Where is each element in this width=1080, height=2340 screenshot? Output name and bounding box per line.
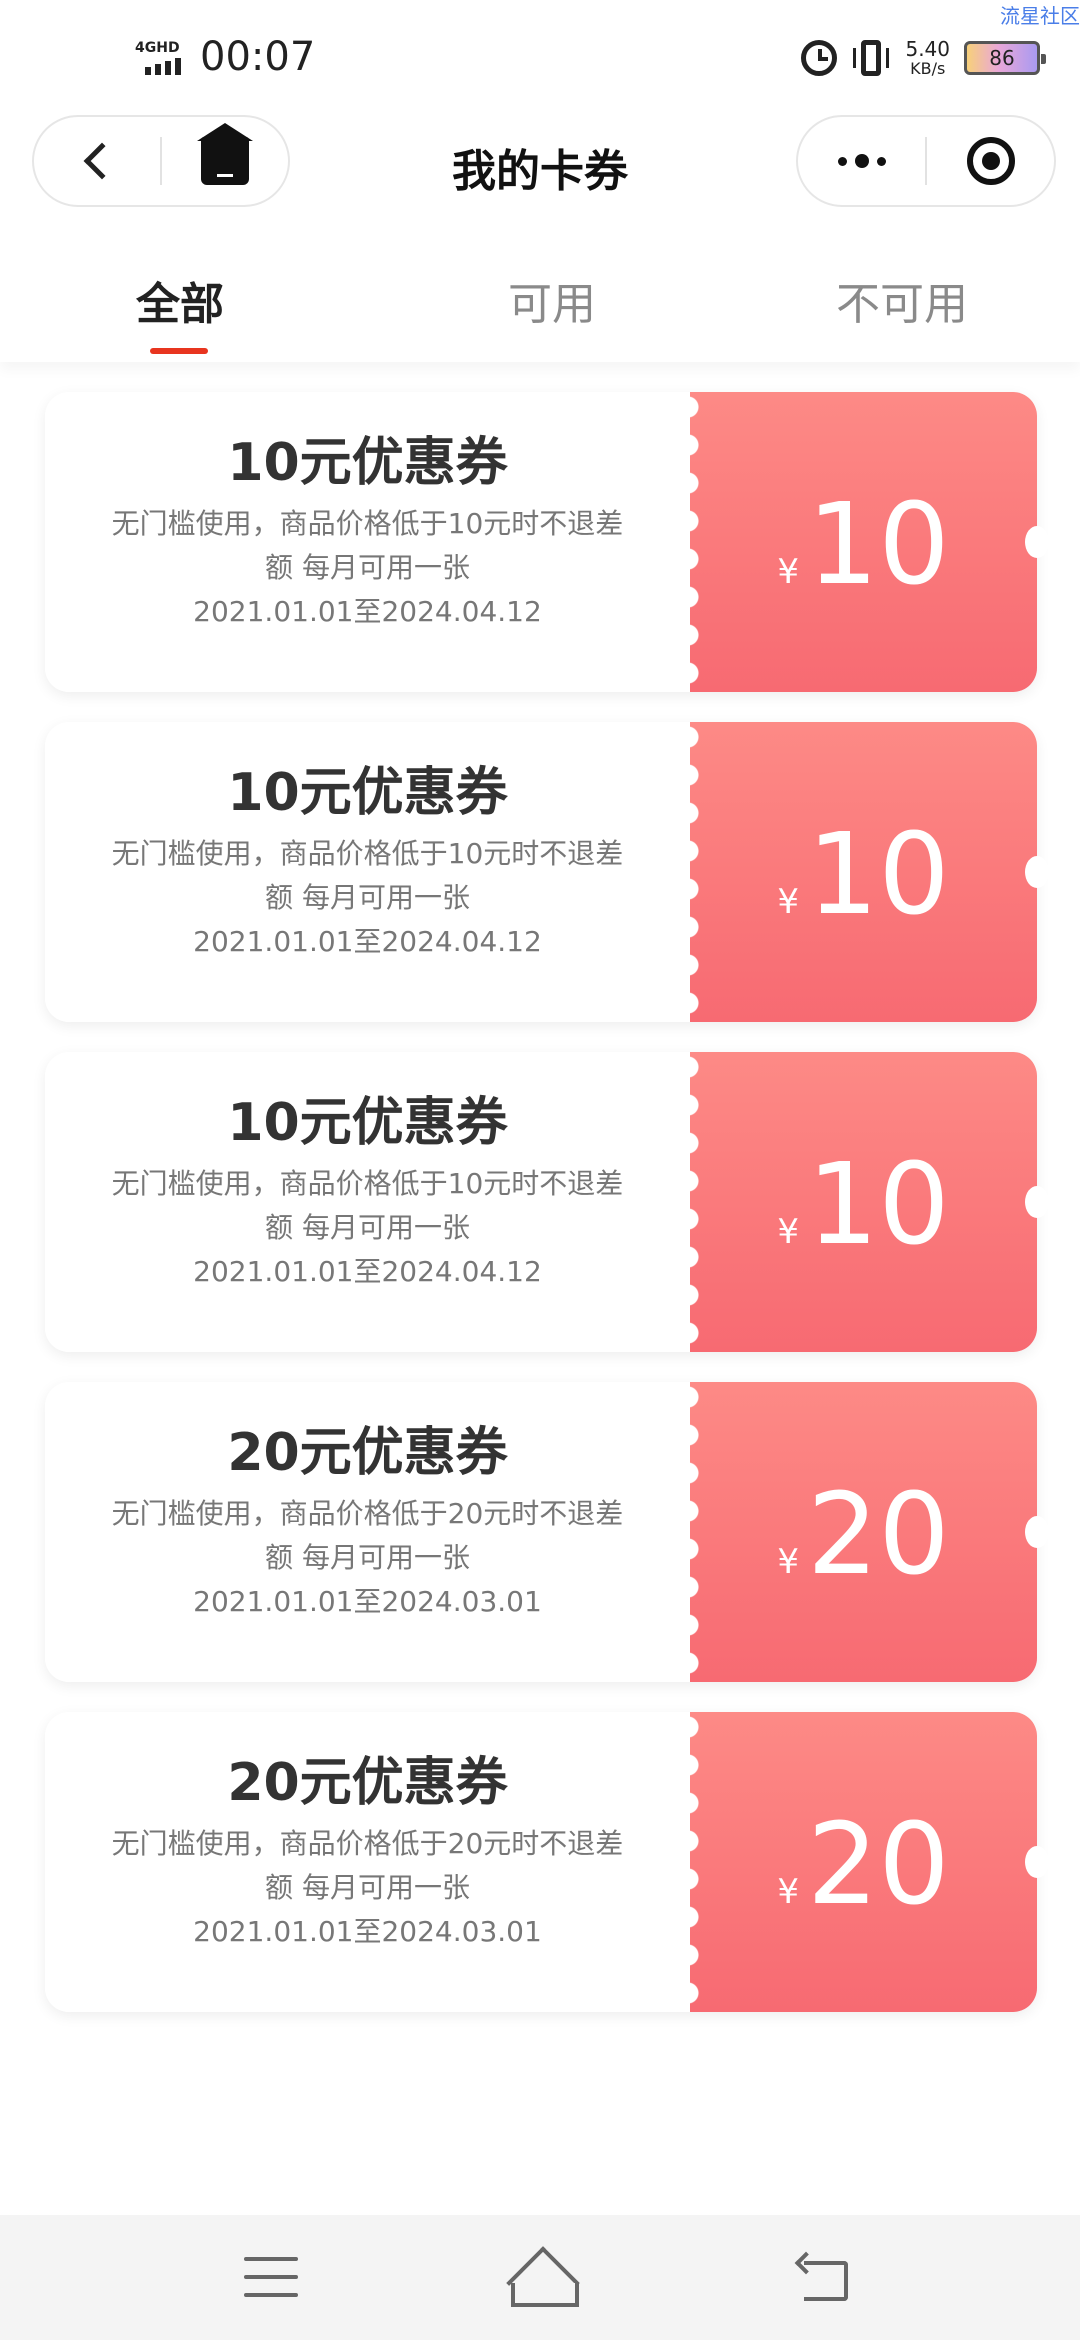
close-miniprogram-button[interactable] (927, 117, 1054, 205)
perforation-edge (684, 722, 704, 1022)
tab-label: 不可用 (835, 279, 968, 330)
home-button[interactable] (162, 117, 288, 205)
coupon-notch (1025, 1846, 1049, 1878)
coupon-title: 10元优惠券 (227, 1093, 508, 1153)
coupon-notch (1025, 1186, 1049, 1218)
menu-icon[interactable] (244, 2253, 298, 2301)
speed-unit: KB/s (910, 59, 946, 78)
nav-capsule-right (796, 115, 1056, 207)
network-label: 4GHD (135, 40, 180, 56)
coupon-amount: ¥ 10 (777, 1149, 949, 1261)
coupon-card[interactable]: 10元优惠券 无门槛使用，商品价格低于10元时不退差额 每月可用一张 2021.… (45, 392, 1049, 692)
back-icon (83, 142, 121, 180)
home-outline-icon[interactable] (505, 2253, 579, 2307)
tab-all[interactable]: 全部 (0, 240, 413, 362)
more-button[interactable] (798, 117, 925, 205)
currency-symbol: ¥ (777, 552, 800, 592)
coupon-amount: ¥ 10 (777, 489, 949, 601)
coupon-description: 无门槛使用，商品价格低于10元时不退差额 每月可用一张 (111, 1166, 624, 1244)
watermark: 流星社区 (1000, 4, 1080, 28)
back-outline-icon[interactable] (796, 2253, 852, 2301)
amount-value: 10 (807, 1140, 950, 1270)
coupon-title: 10元优惠券 (227, 433, 508, 493)
status-time: 00:07 (200, 34, 316, 80)
coupon-card[interactable]: 10元优惠券 无门槛使用，商品价格低于10元时不退差额 每月可用一张 2021.… (45, 1052, 1049, 1352)
coupon-info: 20元优惠券 无门槛使用，商品价格低于20元时不退差额 每月可用一张 2021.… (45, 1382, 690, 1682)
perforation-edge (684, 1712, 704, 2012)
coupon-validity: 2021.01.01至2024.04.12 (193, 924, 542, 958)
target-icon (966, 137, 1015, 185)
status-right: 5.40 KB/s 86 (801, 36, 1046, 80)
system-nav-bar (0, 2215, 1080, 2340)
battery-icon: 86 (964, 41, 1046, 75)
tab-unavailable[interactable]: 不可用 (691, 240, 1080, 362)
tab-available[interactable]: 可用 (413, 240, 690, 362)
amount-value: 20 (807, 1470, 950, 1600)
speed-value: 5.40 (905, 37, 950, 61)
amount-value: 10 (807, 480, 950, 610)
perforation-edge (684, 392, 704, 692)
coupon-card[interactable]: 20元优惠券 无门槛使用，商品价格低于20元时不退差额 每月可用一张 2021.… (45, 1712, 1049, 2012)
currency-symbol: ¥ (777, 882, 800, 922)
coupon-description: 无门槛使用，商品价格低于20元时不退差额 每月可用一张 (111, 1826, 624, 1904)
coupon-amount: ¥ 20 (777, 1809, 949, 1921)
signal-icon (145, 58, 181, 75)
status-bar: 流星社区 4GHD 00:07 5.40 KB/s 86 (0, 0, 1080, 115)
vibrate-icon (851, 40, 891, 76)
coupon-amount-panel: ¥ 10 (684, 1052, 1049, 1352)
coupon-info: 10元优惠券 无门槛使用，商品价格低于10元时不退差额 每月可用一张 2021.… (45, 722, 690, 1022)
network-speed: 5.40 KB/s (905, 39, 950, 77)
more-icon (837, 154, 886, 168)
coupon-validity: 2021.01.01至2024.03.01 (193, 1584, 542, 1618)
coupon-list: 10元优惠券 无门槛使用，商品价格低于10元时不退差额 每月可用一张 2021.… (45, 392, 1049, 2042)
coupon-description: 无门槛使用，商品价格低于20元时不退差额 每月可用一张 (111, 1496, 624, 1574)
coupon-amount-panel: ¥ 20 (684, 1382, 1049, 1682)
nav-capsule-left (32, 115, 290, 207)
coupon-amount-panel: ¥ 20 (684, 1712, 1049, 2012)
coupon-amount-panel: ¥ 10 (684, 722, 1049, 1022)
coupon-title: 20元优惠券 (227, 1423, 508, 1483)
battery-level: 86 (989, 46, 1015, 70)
perforation-edge (684, 1382, 704, 1682)
coupon-description: 无门槛使用，商品价格低于10元时不退差额 每月可用一张 (111, 506, 624, 584)
coupon-amount-panel: ¥ 10 (684, 392, 1049, 692)
navbar: 我的卡券 (0, 115, 1080, 240)
alarm-icon (801, 40, 838, 76)
tab-bar: 全部 可用 不可用 (0, 240, 1080, 362)
coupon-amount: ¥ 20 (777, 1479, 949, 1591)
currency-symbol: ¥ (777, 1872, 800, 1912)
coupon-info: 10元优惠券 无门槛使用，商品价格低于10元时不退差额 每月可用一张 2021.… (45, 1052, 690, 1352)
currency-symbol: ¥ (777, 1542, 800, 1582)
home-icon (197, 123, 253, 185)
coupon-info: 10元优惠券 无门槛使用，商品价格低于10元时不退差额 每月可用一张 2021.… (45, 392, 690, 692)
amount-value: 10 (807, 810, 950, 940)
coupon-info: 20元优惠券 无门槛使用，商品价格低于20元时不退差额 每月可用一张 2021.… (45, 1712, 690, 2012)
coupon-amount: ¥ 10 (777, 819, 949, 931)
coupon-description: 无门槛使用，商品价格低于10元时不退差额 每月可用一张 (111, 836, 624, 914)
amount-value: 20 (807, 1800, 950, 1930)
tab-label: 全部 (136, 279, 224, 330)
coupon-notch (1025, 526, 1049, 558)
network-indicator: 4GHD (135, 40, 191, 80)
coupon-validity: 2021.01.01至2024.04.12 (193, 594, 542, 628)
back-button[interactable] (34, 117, 160, 205)
coupon-title: 10元优惠券 (227, 763, 508, 823)
currency-symbol: ¥ (777, 1212, 800, 1252)
coupon-card[interactable]: 20元优惠券 无门槛使用，商品价格低于20元时不退差额 每月可用一张 2021.… (45, 1382, 1049, 1682)
tab-label: 可用 (507, 279, 596, 330)
coupon-notch (1025, 1516, 1049, 1548)
coupon-validity: 2021.01.01至2024.04.12 (193, 1254, 542, 1288)
coupon-notch (1025, 856, 1049, 888)
coupon-validity: 2021.01.01至2024.03.01 (193, 1914, 542, 1948)
coupon-title: 20元优惠券 (227, 1753, 508, 1813)
coupon-card[interactable]: 10元优惠券 无门槛使用，商品价格低于10元时不退差额 每月可用一张 2021.… (45, 722, 1049, 1022)
perforation-edge (684, 1052, 704, 1352)
